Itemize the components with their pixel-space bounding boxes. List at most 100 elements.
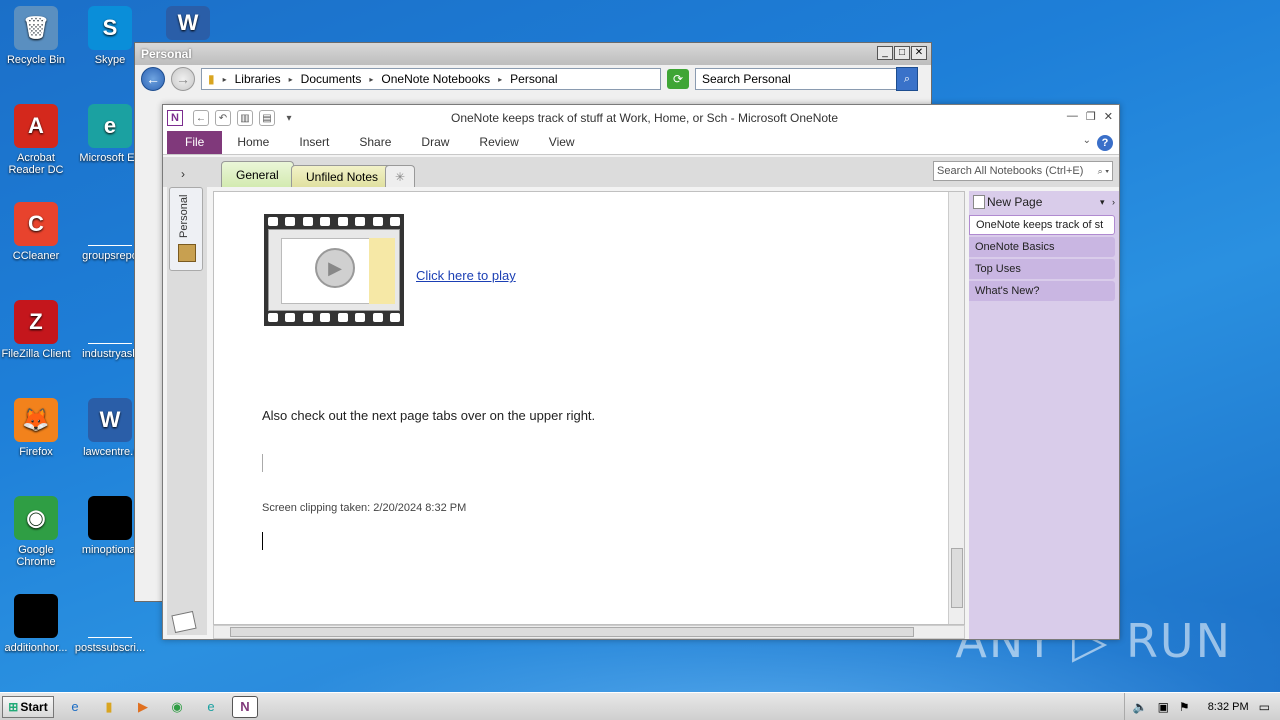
new-page-button[interactable]: New Page ▾ › xyxy=(969,191,1119,213)
desktop-icon-image xyxy=(88,300,132,344)
desktop-icon-13[interactable]: postssubscri... xyxy=(74,594,146,654)
desktop-icon-2[interactable]: A Acrobat Reader DC xyxy=(0,104,72,176)
desktop-icon-label: CCleaner xyxy=(12,250,60,262)
page-tab-4[interactable]: What's New? xyxy=(969,281,1115,301)
tab-file[interactable]: File xyxy=(167,131,223,154)
tab-share[interactable]: Share xyxy=(344,135,406,154)
explorer-search-placeholder: Search Personal xyxy=(702,72,791,86)
maximize-button[interactable]: □ xyxy=(894,46,910,60)
onenote-window[interactable]: N ← ↶ ▥ ▤ ▾ OneNote keeps track of stuff… xyxy=(162,104,1120,640)
desktop-icon-12[interactable]: additionhor... xyxy=(0,594,72,654)
desktop-icon-label: Google Chrome xyxy=(16,544,56,568)
onenote-titlebar[interactable]: N ← ↶ ▥ ▤ ▾ OneNote keeps track of stuff… xyxy=(163,105,1119,131)
breadcrumb-libraries[interactable]: Libraries xyxy=(235,72,281,86)
back-icon[interactable]: ← xyxy=(193,110,209,126)
breadcrumb-separator-icon: ▸ xyxy=(222,74,227,84)
desktop-icon-image: 🗑 xyxy=(14,6,58,50)
breadcrumb-separator-icon: ▸ xyxy=(498,74,503,84)
tab-review[interactable]: Review xyxy=(464,135,533,154)
file-explorer-icon[interactable]: ▮ xyxy=(96,696,122,718)
breadcrumb-documents[interactable]: Documents xyxy=(301,72,362,86)
section-tab-unfiled-notes[interactable]: Unfiled Notes xyxy=(291,165,394,187)
desktop-icon-0[interactable]: 🗑 Recycle Bin xyxy=(0,6,72,66)
desktop-icon-8[interactable]: 🦊 Firefox xyxy=(0,398,72,458)
notebook-tab-personal[interactable]: Personal xyxy=(169,187,203,271)
section-tab-label: Unfiled Notes xyxy=(306,169,379,184)
tab-view[interactable]: View xyxy=(534,135,590,154)
play-icon[interactable]: ▶ xyxy=(315,248,355,288)
horizontal-scroll-thumb[interactable] xyxy=(230,627,914,637)
section-tab-general[interactable]: General xyxy=(221,161,294,187)
tab-draw[interactable]: Draw xyxy=(406,135,464,154)
minimize-button[interactable]: — xyxy=(1067,110,1078,123)
customize-qat-icon[interactable]: ▾ xyxy=(281,110,297,126)
internet-explorer-icon[interactable]: e xyxy=(62,696,88,718)
click-to-play-link[interactable]: Click here to play xyxy=(416,268,516,283)
desktop-icon-image: C xyxy=(14,202,58,246)
screen-clipping-caption[interactable]: Screen clipping taken: 2/20/2024 8:32 PM xyxy=(262,502,466,514)
tab-home[interactable]: Home xyxy=(222,135,284,154)
video-preview-side xyxy=(369,238,395,304)
back-button[interactable]: ← xyxy=(141,67,165,91)
desktop-icon-image: ◉ xyxy=(14,496,58,540)
restore-button[interactable]: ❐ xyxy=(1086,110,1096,123)
action-center-icon[interactable]: ⚑ xyxy=(1179,700,1190,714)
breadcrumb-onenote-notebooks[interactable]: OneNote Notebooks xyxy=(381,72,490,86)
onenote-taskbar-icon[interactable]: N xyxy=(232,695,258,718)
help-icon[interactable]: ? xyxy=(1097,135,1113,151)
explorer-titlebar[interactable]: Personal xyxy=(135,43,931,65)
empty-note-container[interactable] xyxy=(262,454,263,472)
undo-icon[interactable]: ↶ xyxy=(215,110,231,126)
text-cursor xyxy=(262,532,263,550)
close-button[interactable]: ✕ xyxy=(1104,110,1113,123)
full-page-view-icon[interactable]: ▤ xyxy=(259,110,275,126)
page-list-dropdown-icon[interactable]: ▾ › xyxy=(1100,197,1115,208)
start-button[interactable]: ⊞ Start xyxy=(2,695,54,718)
desktop-icon-image xyxy=(88,594,132,638)
unfiled-notes-icon[interactable] xyxy=(171,610,197,634)
refresh-icon[interactable]: ⟳ xyxy=(667,69,689,89)
desktop-icon-image: 🦊 xyxy=(14,398,58,442)
search-icon[interactable]: ⌕ xyxy=(896,67,918,91)
page-tab-2[interactable]: OneNote Basics xyxy=(969,237,1115,257)
desktop-icon-image xyxy=(14,594,58,638)
close-button[interactable]: ✕ xyxy=(911,46,927,60)
search-icon[interactable]: ⌕ ▾ xyxy=(1098,166,1109,177)
volume-icon[interactable]: 🔈 xyxy=(1133,700,1148,714)
minimize-button[interactable]: _ xyxy=(877,46,893,60)
edge-icon[interactable]: e xyxy=(198,696,224,718)
page-body-text[interactable]: Also check out the next page tabs over o… xyxy=(262,408,595,423)
breadcrumb[interactable]: ▮ ▸ Libraries ▸ Documents ▸ OneNote Note… xyxy=(201,68,661,90)
page-tab-3[interactable]: Top Uses xyxy=(969,259,1115,279)
notebook-search-input[interactable]: Search All Notebooks (Ctrl+E) ⌕ ▾ xyxy=(933,161,1113,181)
desktop-icon-6[interactable]: Z FileZilla Client xyxy=(0,300,72,360)
new-section-icon[interactable]: ✳ xyxy=(385,165,415,187)
show-desktop-icon[interactable]: ▭ xyxy=(1259,700,1270,714)
media-player-icon[interactable]: ▶ xyxy=(130,696,156,718)
chrome-icon[interactable]: ◉ xyxy=(164,696,190,718)
word-document-icon[interactable]: W xyxy=(152,6,224,44)
video-thumbnail[interactable]: ▶ xyxy=(264,214,404,326)
network-icon[interactable]: ▣ xyxy=(1158,700,1169,714)
dock-icon[interactable]: ▥ xyxy=(237,110,253,126)
vertical-scroll-thumb[interactable] xyxy=(951,548,963,608)
forward-button[interactable]: → xyxy=(171,67,195,91)
horizontal-scrollbar[interactable] xyxy=(213,625,965,639)
film-holes-bottom xyxy=(268,313,400,323)
page-tab-1[interactable]: OneNote keeps track of st xyxy=(969,215,1115,235)
desktop-icon-10[interactable]: ◉ Google Chrome xyxy=(0,496,72,568)
explorer-search-input[interactable]: Search Personal ⌕ xyxy=(695,67,918,91)
new-page-icon xyxy=(973,195,985,209)
taskbar: ⊞ Start e ▮ ▶ ◉ e N 🔈 ▣ ⚑ 8:32 PM ▭ xyxy=(0,692,1280,720)
desktop-icon-4[interactable]: C CCleaner xyxy=(0,202,72,262)
clock[interactable]: 8:32 PM xyxy=(1208,701,1249,713)
vertical-scrollbar[interactable] xyxy=(948,192,964,624)
explorer-window-controls: _ □ ✕ xyxy=(877,46,927,60)
tab-insert[interactable]: Insert xyxy=(284,135,344,154)
ribbon-expand-icon[interactable]: ⌄ xyxy=(1083,135,1091,146)
breadcrumb-personal[interactable]: Personal xyxy=(510,72,557,86)
desktop-icon-image xyxy=(88,496,132,540)
expand-navigation-icon[interactable]: › xyxy=(181,167,185,181)
breadcrumb-separator-icon: ▸ xyxy=(288,74,293,84)
page-canvas[interactable]: ▶ Click here to play Also check out the … xyxy=(213,191,965,625)
